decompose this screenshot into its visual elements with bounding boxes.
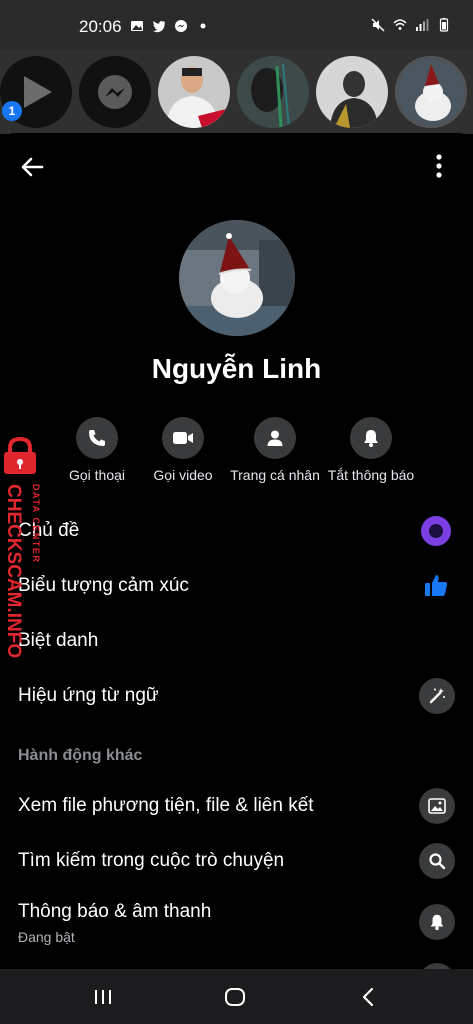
status-right-icons xyxy=(371,18,451,32)
chat-head-avatar-2[interactable] xyxy=(237,56,309,128)
video-call-circle[interactable] xyxy=(162,417,204,459)
search-button[interactable] xyxy=(419,843,455,879)
status-time: 20:06 xyxy=(79,17,122,36)
thumbs-up-icon[interactable] xyxy=(423,572,449,598)
chat-head-avatar-1[interactable] xyxy=(158,56,230,128)
watermark-brand-text: CHECKSCAM.INFO xyxy=(3,484,24,658)
menu-search-in-conversation[interactable]: Tìm kiếm trong cuộc trò chuyện xyxy=(18,850,284,872)
profile-name: Nguyễn Linh xyxy=(151,353,322,384)
watermark: CHECKSCAM.INFO DATA CENTER xyxy=(0,436,52,666)
chat-head-avatar-3[interactable] xyxy=(316,56,388,128)
dot-icon xyxy=(200,23,206,29)
unread-badge: 1 xyxy=(2,101,22,121)
mute-notifications-circle[interactable] xyxy=(350,417,392,459)
avatar xyxy=(397,58,465,126)
notifications-status: Đang bật xyxy=(18,929,75,945)
avatar xyxy=(179,220,295,336)
video-camera-icon xyxy=(173,432,193,444)
mute-notifications-label: Tắt thông báo xyxy=(327,467,415,483)
recent-apps-icon[interactable] xyxy=(90,984,116,1010)
bell-icon xyxy=(364,430,378,447)
messenger-notification-icon xyxy=(175,20,187,32)
wifi-icon xyxy=(393,19,407,30)
battery-icon xyxy=(439,18,449,32)
menu-media-files-links[interactable]: Xem file phương tiện, file & liên kết xyxy=(18,795,314,817)
signal-icon xyxy=(416,19,429,31)
magic-wand-icon xyxy=(429,688,445,704)
watermark-tag-text: DATA CENTER xyxy=(31,484,41,563)
back-arrow-icon[interactable] xyxy=(18,153,46,181)
chat-heads-strip: 1 xyxy=(0,50,473,184)
image-icon xyxy=(428,798,446,814)
messenger-icon xyxy=(98,75,132,109)
word-effects-button[interactable] xyxy=(419,678,455,714)
search-icon xyxy=(429,853,446,870)
menu-notifications-sounds[interactable]: Thông báo & âm thanh xyxy=(18,901,211,923)
notifications-button[interactable] xyxy=(419,904,455,940)
avatar xyxy=(158,56,230,128)
bell-icon xyxy=(430,914,444,931)
back-icon[interactable] xyxy=(356,984,382,1010)
chat-details-sheet: Nguyễn Linh Gọi thoại Gọi video Trang cá… xyxy=(0,133,473,969)
voice-call-circle[interactable] xyxy=(76,417,118,459)
twitter-notification-icon xyxy=(153,21,165,33)
media-button[interactable] xyxy=(419,788,455,824)
more-actions-section-title: Hành động khác xyxy=(18,747,143,764)
menu-word-effects[interactable]: Hiệu ứng từ ngữ xyxy=(18,685,159,707)
status-left-icons xyxy=(130,19,210,33)
avatar xyxy=(316,56,388,128)
system-nav-bar xyxy=(0,969,473,1024)
profile-page-circle[interactable] xyxy=(254,417,296,459)
avatar xyxy=(237,56,309,128)
active-chat-pointer xyxy=(422,170,440,184)
profile-page-button[interactable]: Trang cá nhân xyxy=(220,417,330,483)
person-icon xyxy=(267,430,283,446)
phone-icon xyxy=(89,430,105,446)
mute-icon xyxy=(371,18,385,32)
gallery-notification-icon xyxy=(131,21,143,31)
watermark-lock-logo: CHECKSCAM.INFO DATA CENTER xyxy=(3,436,41,658)
status-bar: 20:06 xyxy=(0,0,473,50)
theme-swatch-icon[interactable] xyxy=(421,516,451,546)
messenger-bubble[interactable] xyxy=(79,56,151,128)
chat-head-avatar-active[interactable] xyxy=(395,56,467,128)
profile-page-label: Trang cá nhân xyxy=(230,467,320,483)
home-icon[interactable] xyxy=(222,984,248,1010)
profile-avatar[interactable] xyxy=(179,220,295,336)
mute-notifications-button[interactable]: Tắt thông báo xyxy=(316,417,426,483)
